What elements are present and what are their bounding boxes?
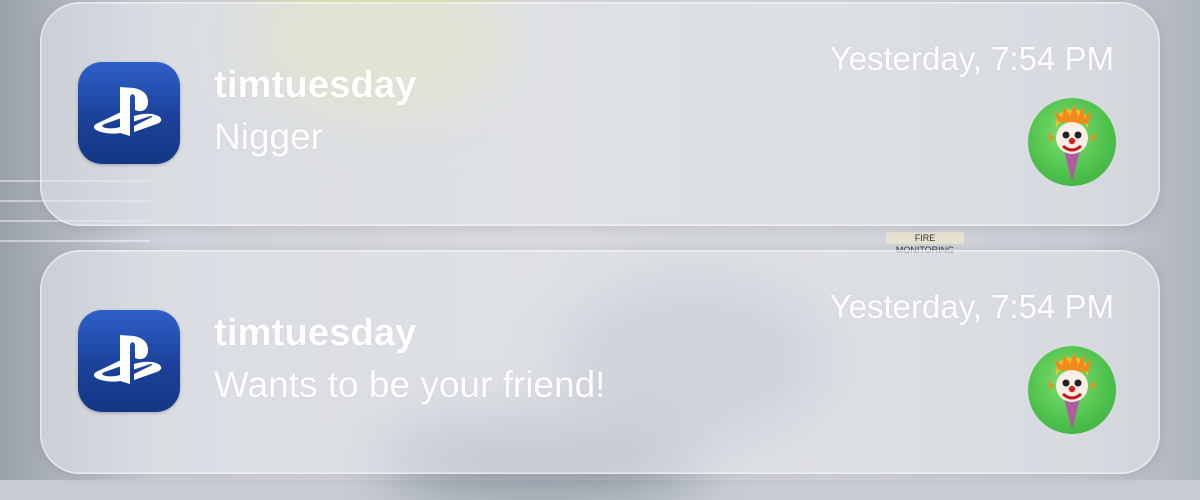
notification-sender: timtuesday bbox=[214, 64, 417, 106]
notification-message: Wants to be your friend! bbox=[214, 364, 606, 405]
notification-timestamp: Yesterday, 7:54 PM bbox=[829, 288, 1114, 325]
wall-stripe bbox=[0, 240, 150, 242]
clown-avatar bbox=[1028, 346, 1116, 434]
notification-card[interactable]: timtuesday Nigger Yesterday, 7:54 PM bbox=[40, 2, 1160, 226]
notification-message: Nigger bbox=[214, 116, 323, 157]
notification-sender: timtuesday bbox=[214, 312, 417, 354]
clown-avatar bbox=[1028, 98, 1116, 186]
fire-monitoring-sign: FIRE MONITORING bbox=[886, 232, 964, 255]
playstation-icon bbox=[78, 62, 180, 164]
playstation-icon bbox=[78, 310, 180, 412]
notification-card[interactable]: timtuesday Wants to be your friend! Yest… bbox=[40, 250, 1160, 474]
notification-timestamp: Yesterday, 7:54 PM bbox=[829, 40, 1114, 77]
